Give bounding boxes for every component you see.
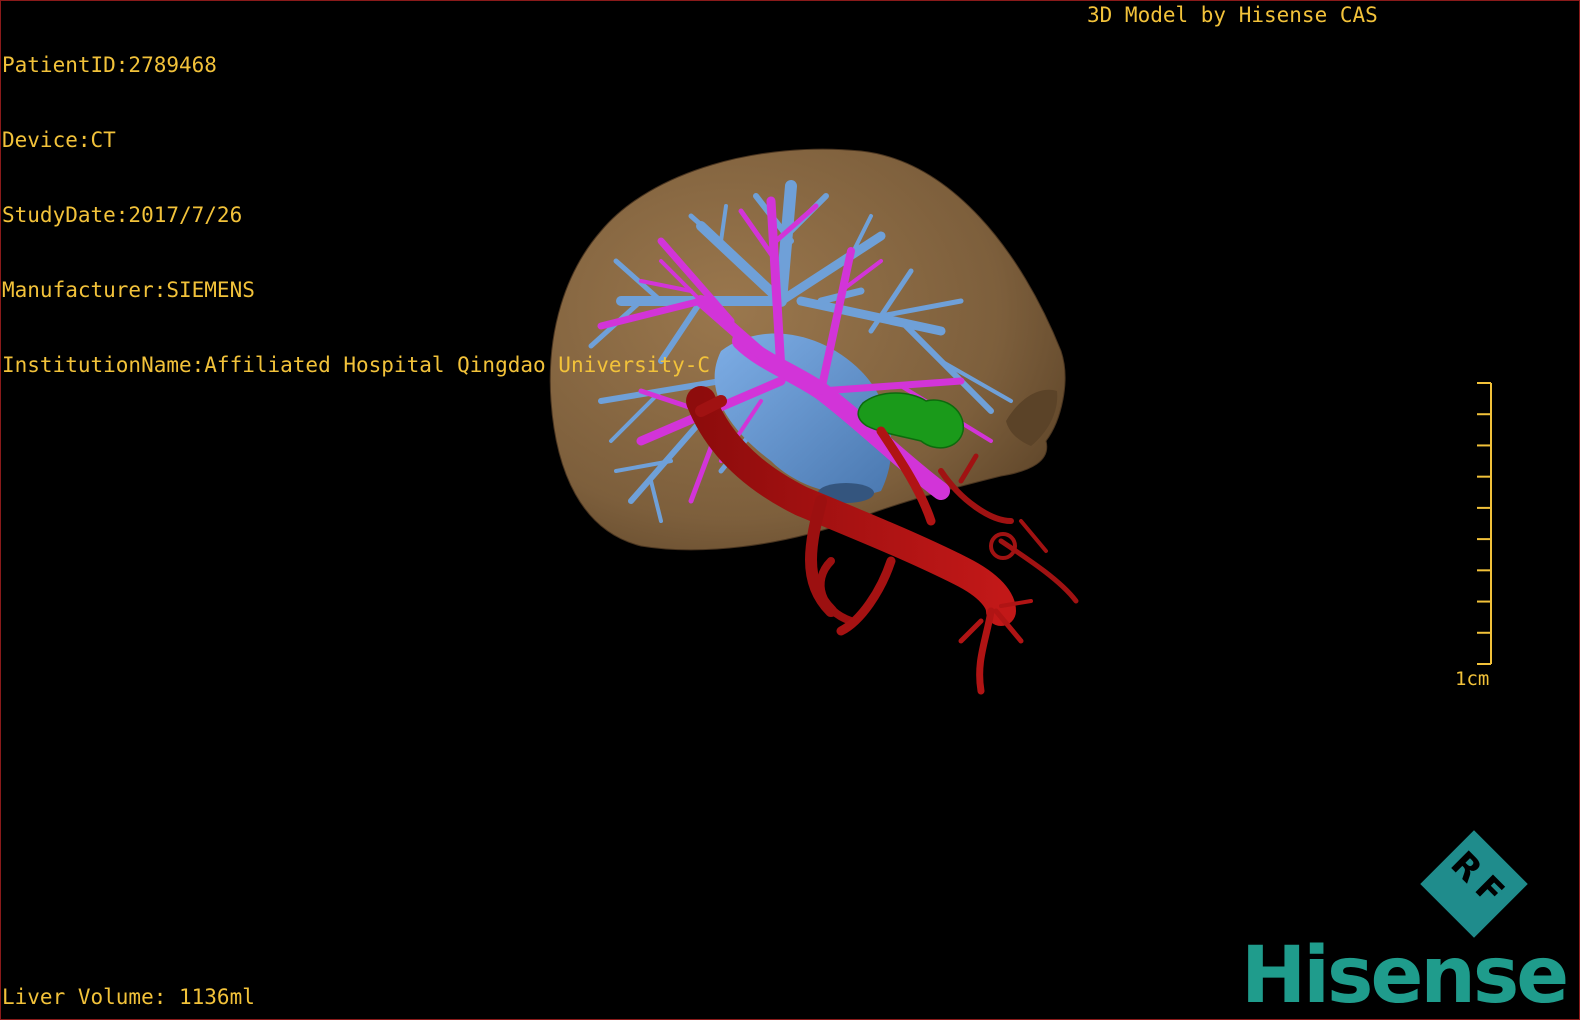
rf-badge-text: RF	[1442, 843, 1518, 919]
manufacturer-label: Manufacturer:SIEMENS	[2, 278, 255, 302]
study-info-overlay: PatientID:2789468 Device:CT StudyDate:20…	[2, 3, 710, 428]
hisense-wordmark: Hisense	[1241, 931, 1569, 1020]
patient-id-label: PatientID:2789468	[2, 53, 217, 77]
device-label: Device:CT	[2, 128, 116, 152]
liver-volume-label: Liver Volume: 1136ml	[2, 985, 255, 1009]
institution-label: InstitutionName:Affiliated Hospital Qing…	[2, 353, 711, 377]
scale-bar-label: 1cm	[1455, 668, 1490, 690]
hisense-logo: RF Hisense	[1241, 830, 1579, 1019]
study-date-label: StudyDate:2017/7/26	[2, 203, 243, 227]
model-credit-label: 3D Model by Hisense CAS	[1087, 3, 1378, 27]
3d-viewport[interactable]: PatientID:2789468 Device:CT StudyDate:20…	[0, 0, 1580, 1020]
scale-bar	[1477, 382, 1492, 665]
